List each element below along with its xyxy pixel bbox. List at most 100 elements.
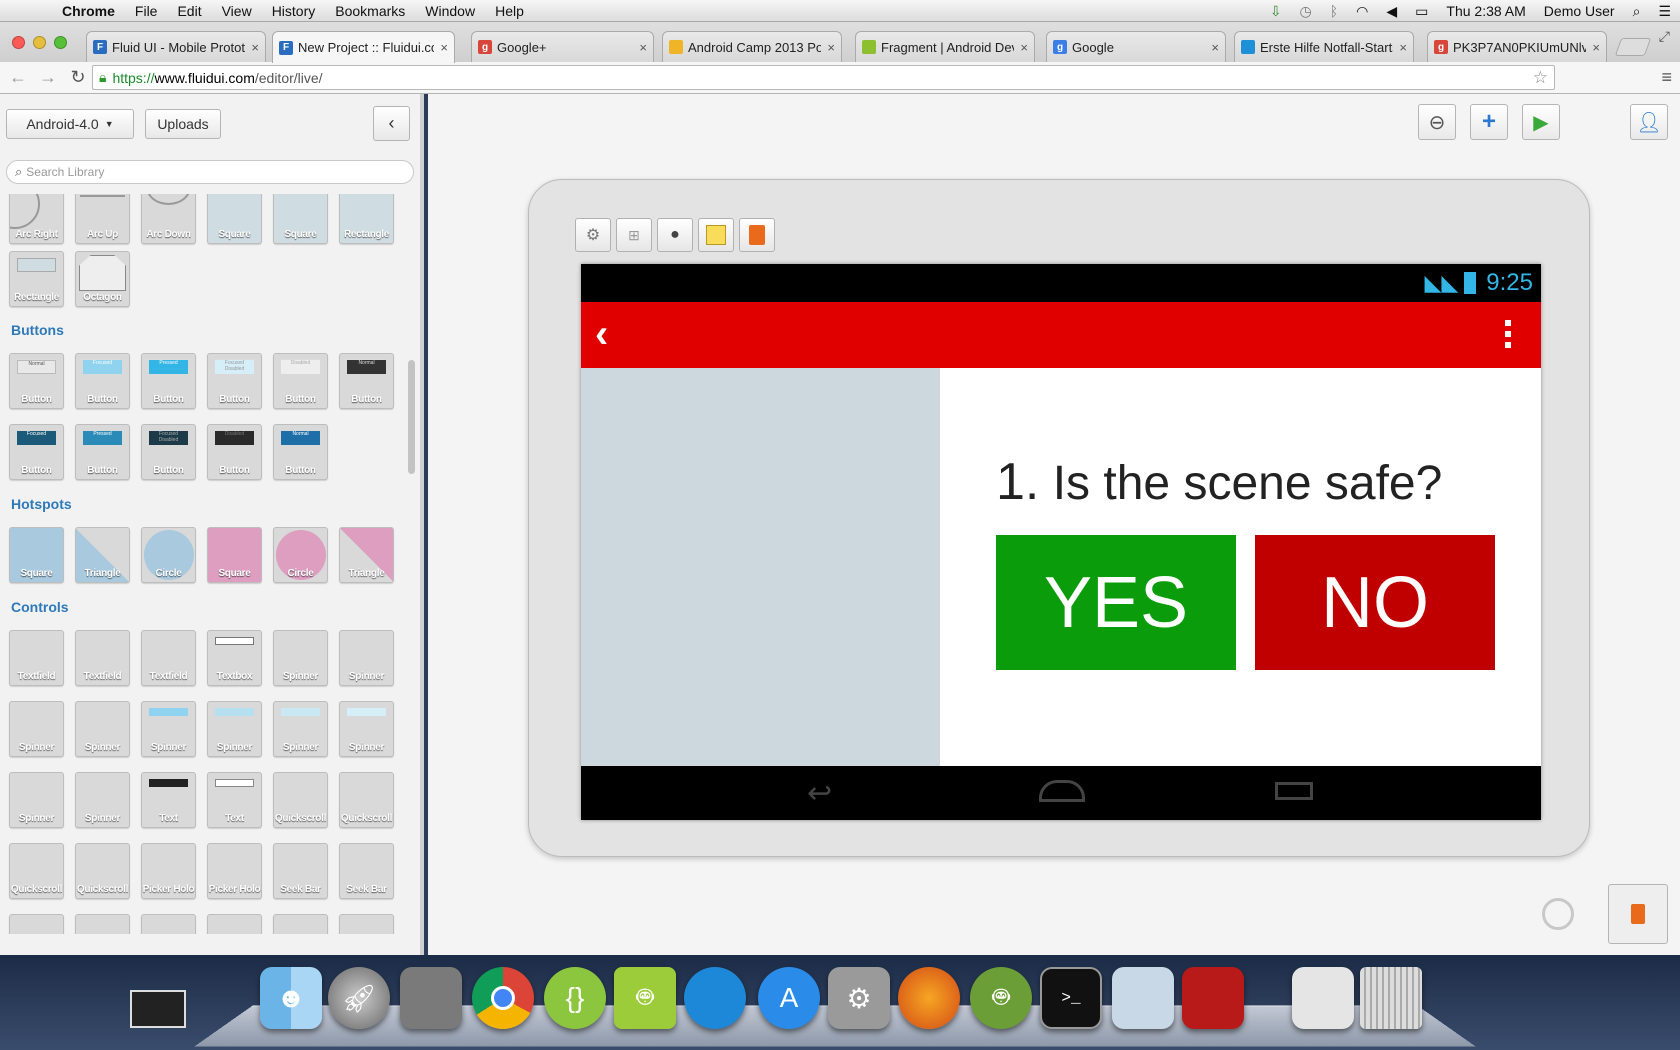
grid-tool-button[interactable]: ⊞ xyxy=(616,218,652,252)
close-window-icon[interactable] xyxy=(12,36,25,49)
library-item[interactable]: Quickscroll xyxy=(9,843,64,899)
library-item[interactable]: Focused Button xyxy=(75,353,130,409)
clock[interactable]: Thu 2:38 AM xyxy=(1437,3,1534,19)
library-item[interactable]: Seek Bar xyxy=(339,843,394,899)
library-item[interactable]: Circle xyxy=(141,527,196,583)
library-item[interactable] xyxy=(9,914,64,934)
tab-android-camp[interactable]: Android Camp 2013 Pock × xyxy=(662,31,842,62)
brackets-icon[interactable]: {} xyxy=(544,967,606,1029)
no-button[interactable]: NO xyxy=(1255,535,1495,670)
menu-file[interactable]: File xyxy=(125,3,168,19)
menu-app[interactable]: Chrome xyxy=(52,3,125,19)
system-preferences-icon[interactable]: ⚙ xyxy=(828,967,890,1029)
device-dropdown[interactable]: Android-4.0 ▼ xyxy=(6,109,134,139)
library-item[interactable] xyxy=(339,914,394,934)
library-item[interactable]: Spinner xyxy=(339,630,394,686)
settings-tool-button[interactable]: ⚙ xyxy=(575,218,611,252)
library-item[interactable]: Circle xyxy=(273,527,328,583)
library-item[interactable]: Textfield xyxy=(75,630,130,686)
bluetooth-icon[interactable]: ᛒ xyxy=(1321,3,1347,19)
app-store-icon[interactable]: A xyxy=(758,967,820,1029)
library-item[interactable]: Square xyxy=(207,194,262,244)
zoom-window-icon[interactable] xyxy=(54,36,67,49)
close-tab-icon[interactable]: × xyxy=(440,40,448,55)
close-tab-icon[interactable]: × xyxy=(1592,40,1600,55)
library-item[interactable]: Rectangle xyxy=(9,251,64,307)
library-item[interactable]: Focused Disabled Button xyxy=(141,424,196,480)
tab-google[interactable]: g Google × xyxy=(1046,31,1226,62)
library-item[interactable]: Spinner xyxy=(9,772,64,828)
delete-button[interactable] xyxy=(1608,884,1668,944)
library-item[interactable]: Disabled Button xyxy=(273,353,328,409)
delete-tool-button[interactable] xyxy=(739,218,775,252)
library-item[interactable]: Pressed Button xyxy=(75,424,130,480)
close-tab-icon[interactable]: × xyxy=(251,40,259,55)
library-item[interactable]: Normal Button xyxy=(273,424,328,480)
library-item[interactable]: Seek Bar xyxy=(273,843,328,899)
chrome-menu-icon[interactable]: ≡ xyxy=(1661,67,1672,88)
device-screen[interactable]: ◣◣ 9:25 ‹ 1. Is the scene safe? YES NO ↩ xyxy=(581,264,1541,820)
library-item[interactable]: Focused Disabled Button xyxy=(207,353,262,409)
library-item[interactable]: Arc Up xyxy=(75,194,130,244)
library-item[interactable]: Octagon xyxy=(75,251,130,307)
back-icon[interactable]: ← xyxy=(6,67,30,88)
close-tab-icon[interactable]: × xyxy=(1020,40,1028,55)
chrome-icon[interactable] xyxy=(472,967,534,1029)
close-tab-icon[interactable]: × xyxy=(1399,40,1407,55)
library-item[interactable]: Picker Holo xyxy=(141,843,196,899)
collapse-panel-button[interactable]: ‹ xyxy=(373,106,410,141)
launchpad-icon[interactable]: 🚀︎ xyxy=(328,967,390,1029)
close-tab-icon[interactable]: × xyxy=(827,40,835,55)
preview-tool-button[interactable]: ● xyxy=(657,218,693,252)
trash-can-icon[interactable] xyxy=(1360,967,1422,1029)
menu-bookmarks[interactable]: Bookmarks xyxy=(325,3,415,19)
library-item[interactable]: Square xyxy=(9,527,64,583)
finder-icon[interactable]: ☻ xyxy=(260,967,322,1029)
library-item[interactable]: Arc Down xyxy=(141,194,196,244)
reload-icon[interactable]: ↻ xyxy=(66,67,90,88)
photo-app-icon[interactable] xyxy=(400,967,462,1029)
spotlight-icon[interactable]: ⌕ xyxy=(1624,3,1650,20)
library-item[interactable]: Quickscroll xyxy=(75,843,130,899)
zoom-out-button[interactable]: ⊖ xyxy=(1418,104,1456,140)
library-scrollbar[interactable] xyxy=(408,360,415,474)
library-item[interactable]: Triangle xyxy=(75,527,130,583)
android-studio-icon[interactable]: 🤖︎ xyxy=(970,967,1032,1029)
preview-icon[interactable] xyxy=(1112,967,1174,1029)
app-sandbox-icon[interactable] xyxy=(684,967,746,1029)
menu-view[interactable]: View xyxy=(212,3,262,19)
close-tab-icon[interactable]: × xyxy=(639,40,647,55)
overflow-menu-icon[interactable] xyxy=(1505,320,1511,348)
android-sdk-icon[interactable]: 🤖︎ xyxy=(614,967,676,1029)
library-item[interactable]: Textfield xyxy=(141,630,196,686)
library-item[interactable] xyxy=(141,914,196,934)
editor-canvas[interactable]: ⊖ + ▶ 👤︎ ⚙ ⊞ ● ◣◣ 9:25 ‹ 1. Is the scene… xyxy=(428,94,1680,955)
library-item[interactable]: Spinner xyxy=(273,630,328,686)
photo-booth-icon[interactable] xyxy=(1182,967,1244,1029)
library-item[interactable]: Spinner xyxy=(75,772,130,828)
library-item[interactable]: Textfield xyxy=(9,630,64,686)
tab-google-plus[interactable]: g Google+ × xyxy=(471,31,654,62)
bookmark-star-icon[interactable]: ☆ xyxy=(1533,68,1548,88)
library-item[interactable]: Quickscroll xyxy=(339,772,394,828)
fullscreen-icon[interactable]: ⤢ xyxy=(1659,28,1670,45)
library-item[interactable]: Normal Button xyxy=(339,353,394,409)
back-arrow-icon[interactable]: ‹ xyxy=(595,312,608,357)
library-item[interactable] xyxy=(207,914,262,934)
tab-new-project[interactable]: F New Project :: Fluidui.com × xyxy=(272,31,455,63)
terminal-icon[interactable]: >_ xyxy=(1040,967,1102,1029)
library-item[interactable]: Spinner xyxy=(141,701,196,757)
download-icon[interactable]: ⇩ xyxy=(1261,3,1291,20)
new-tab-button[interactable] xyxy=(1614,38,1652,56)
library-item[interactable]: Normal Button xyxy=(9,353,64,409)
tab-fragment[interactable]: Fragment | Android Devel × xyxy=(855,31,1035,62)
menu-edit[interactable]: Edit xyxy=(167,3,211,19)
library-item[interactable]: Square xyxy=(273,194,328,244)
library-item[interactable]: Arc Right xyxy=(9,194,64,244)
library-item[interactable]: Picker Holo xyxy=(207,843,262,899)
yes-button[interactable]: YES xyxy=(996,535,1236,670)
tab-pk3p7[interactable]: g PK3P7AN0PKIUmUNlvCb5 × xyxy=(1427,31,1607,62)
wifi-icon[interactable]: ◠ xyxy=(1347,3,1377,20)
library-item[interactable]: Square xyxy=(207,527,262,583)
account-button[interactable]: 👤︎ xyxy=(1630,104,1668,140)
